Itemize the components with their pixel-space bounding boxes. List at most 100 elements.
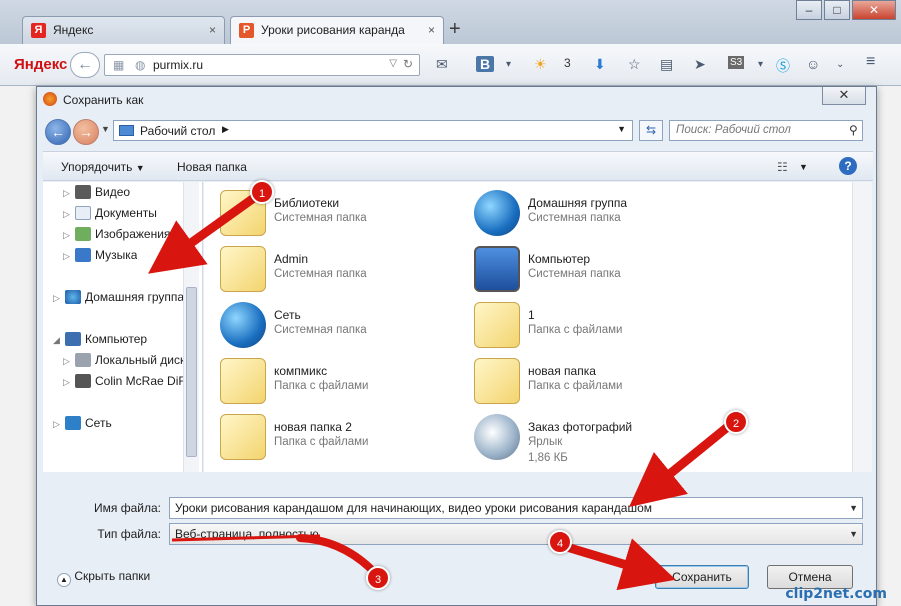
vk-icon[interactable]: B — [476, 56, 495, 72]
filetype-select[interactable]: Веб-страница, полностью ▼ — [169, 523, 863, 545]
item-name: 1 — [528, 308, 535, 322]
filetype-label: Тип файла: — [97, 527, 161, 541]
back-button[interactable]: ← — [70, 52, 100, 78]
forward-arrow-icon[interactable]: → — [73, 119, 99, 145]
nav-item-homegroup[interactable]: ▷ Домашняя группа — [53, 287, 184, 307]
more-icon[interactable]: ⌄ — [836, 59, 844, 70]
search-input[interactable]: Поиск: Рабочий стол — [669, 120, 863, 141]
step-marker-2: 2 — [724, 410, 748, 434]
hide-folders-button[interactable]: ▲ Скрыть папки — [57, 569, 150, 587]
tab-yandex[interactable]: Я Яндекс × — [22, 16, 225, 44]
close-tab-icon[interactable]: × — [209, 17, 216, 44]
nav-item-cd-drive[interactable]: ▷ Colin McRae DiR — [63, 371, 187, 391]
list-item[interactable]: Домашняя группа Системная папка — [474, 190, 714, 244]
yandex-favicon-icon: Я — [31, 23, 46, 38]
images-icon — [75, 227, 91, 241]
skype-icon[interactable]: Ⓢ — [776, 56, 790, 76]
nav-item-label: Видео — [95, 185, 131, 199]
address-dropdown-icon[interactable]: ▼ — [617, 124, 626, 134]
file-list: Библиотеки Системная папка Домашняя груп… — [204, 182, 852, 472]
item-type: Системная папка — [528, 212, 621, 224]
hide-folders-label: Скрыть папки — [74, 569, 151, 583]
save-button[interactable]: Сохранить — [655, 565, 749, 589]
list-item[interactable]: Admin Системная папка — [220, 246, 460, 300]
view-options-icon[interactable]: ☷ — [777, 160, 788, 174]
list-item[interactable]: 1 Папка с файлами — [474, 302, 714, 356]
nav-item-documents[interactable]: ▷ Документы — [63, 203, 157, 223]
download-icon[interactable]: ⬇ — [594, 56, 606, 73]
filename-label: Имя файла: — [94, 501, 161, 515]
list-item[interactable]: новая папка Папка с файлами — [474, 358, 714, 412]
list-item[interactable]: Компьютер Системная папка — [474, 246, 714, 300]
list-item[interactable]: новая папка 2 Папка с файлами — [220, 414, 460, 468]
content-scrollbar[interactable] — [852, 182, 872, 472]
nav-item-local-disk[interactable]: ▷ Локальный диск — [63, 350, 185, 370]
homegroup-icon — [474, 190, 520, 236]
nav-item-music[interactable]: ▷ Музыка — [63, 245, 137, 265]
nav-item-video[interactable]: ▷ Видео — [63, 182, 130, 202]
list-item[interactable]: Сеть Системная папка — [220, 302, 460, 356]
maximize-button[interactable]: □ — [824, 0, 850, 20]
yandex-logo: Яндекс — [14, 56, 68, 73]
nav-scroll-thumb[interactable] — [186, 287, 197, 457]
video-icon — [75, 185, 91, 199]
item-name: новая папка — [528, 364, 596, 378]
back-arrow-icon[interactable]: ← — [45, 119, 71, 145]
address-bar[interactable]: Рабочий стол ▶ ▼ — [113, 120, 633, 141]
vk-dropdown-icon[interactable]: ▾ — [506, 59, 511, 70]
weather-icon[interactable]: ☀ — [534, 56, 547, 73]
reload-icon[interactable]: ↻ — [403, 57, 413, 71]
item-name: Домашняя группа — [528, 196, 628, 210]
send-icon[interactable]: ➤ — [694, 56, 706, 73]
history-dropdown-icon[interactable]: ▼ — [101, 124, 110, 134]
tab-label: Яндекс — [53, 23, 94, 37]
folder-icon — [474, 302, 520, 348]
new-tab-button[interactable]: + — [449, 18, 461, 41]
item-name: новая папка 2 — [274, 420, 352, 434]
minimize-button[interactable]: – — [796, 0, 822, 20]
watermark: clip2net.com — [785, 586, 887, 602]
list-item[interactable]: Заказ фотографий Ярлык 1,86 КБ — [474, 414, 714, 468]
item-type: Папка с файлами — [528, 380, 623, 392]
firefox-icon — [43, 92, 57, 106]
nav-item-computer[interactable]: ◢ Компьютер — [53, 329, 147, 349]
dialog-close-button[interactable]: ✕ — [822, 87, 866, 105]
refresh-icon[interactable]: ⇆ — [639, 120, 663, 141]
s3-icon[interactable]: S3 — [728, 56, 745, 69]
s3-dropdown-icon[interactable]: ▾ — [758, 59, 763, 70]
organize-button[interactable]: Упорядочить ▼ — [61, 160, 145, 174]
nav-item-label: Домашняя группа — [85, 290, 185, 304]
item-type: Папка с файлами — [274, 436, 369, 448]
close-tab-icon[interactable]: × — [428, 17, 435, 44]
tab-grid-icon: ▦ — [113, 58, 125, 72]
list-item[interactable]: компмикс Папка с файлами — [220, 358, 460, 412]
browser-nav-bar: Яндекс ← ▦ ◍ purmix.ru ▽ ↻ ✉ B ▾ ☀ 3 ⬇ ☆… — [0, 44, 901, 86]
item-name: Библиотеки — [274, 196, 340, 210]
breadcrumb-chevron-icon[interactable]: ▶ — [222, 124, 229, 135]
bookmark-star-icon[interactable]: ☆ — [628, 56, 641, 73]
filename-dropdown-icon[interactable]: ▼ — [849, 498, 858, 518]
url-dropdown-icon[interactable]: ▽ — [389, 58, 397, 69]
close-window-button[interactable]: ✕ — [852, 0, 896, 20]
nav-scrollbar[interactable] — [183, 182, 199, 472]
reading-list-icon[interactable]: ▤ — [660, 56, 673, 73]
desktop-icon — [119, 125, 134, 136]
folder-icon — [474, 358, 520, 404]
new-folder-button[interactable]: Новая папка — [177, 160, 247, 174]
nav-item-label: Colin McRae DiR — [95, 374, 188, 388]
url-bar[interactable]: ▦ ◍ purmix.ru ▽ ↻ — [104, 54, 420, 76]
nav-item-label: Локальный диск — [95, 353, 186, 367]
tab-purmix[interactable]: P Уроки рисования каранда × — [230, 16, 444, 44]
nav-item-images[interactable]: ▷ Изображения — [63, 224, 170, 244]
mail-icon[interactable]: ✉ — [436, 56, 448, 73]
tab-label: Уроки рисования каранда — [261, 23, 405, 37]
help-icon[interactable]: ? — [839, 157, 857, 175]
nav-item-network[interactable]: ▷ Сеть — [53, 413, 112, 433]
step-marker-1: 1 — [250, 180, 274, 204]
filename-input[interactable]: Уроки рисования карандашом для начинающи… — [169, 497, 863, 519]
filetype-dropdown-icon[interactable]: ▼ — [849, 524, 858, 544]
filetype-value: Веб-страница, полностью — [175, 527, 319, 541]
view-dropdown-icon[interactable]: ▼ — [799, 162, 808, 172]
chat-icon[interactable]: ☺ — [806, 56, 820, 72]
menu-icon[interactable]: ≡ — [866, 53, 875, 71]
